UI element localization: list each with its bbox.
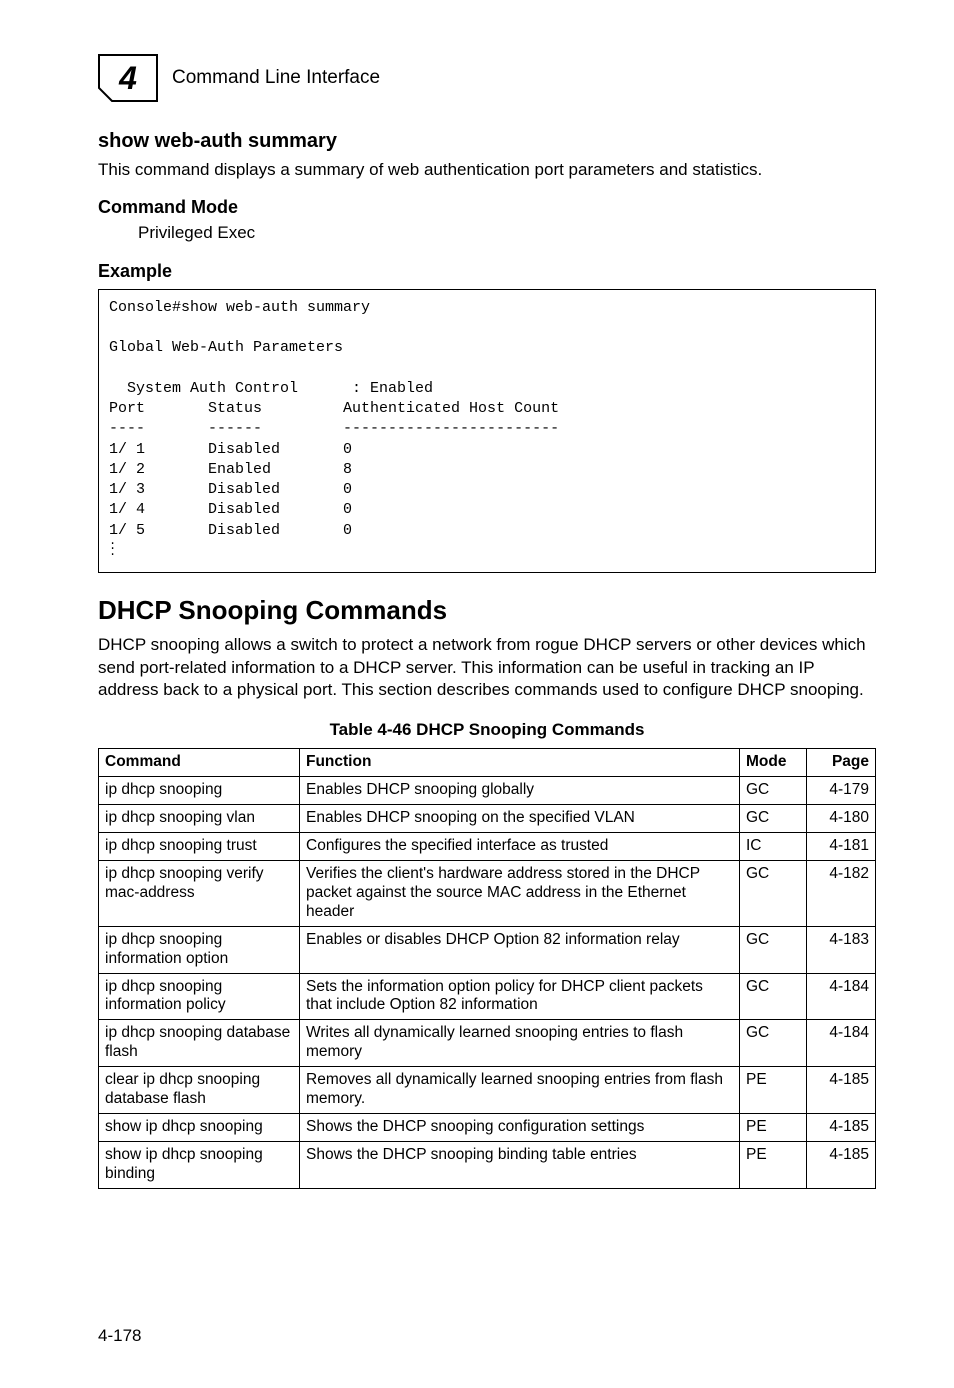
command-title: show web-auth summary — [98, 128, 876, 155]
table-row: show ip dhcp snooping binding Shows the … — [99, 1141, 876, 1188]
console-output: Console#show web-auth summary Global Web… — [98, 289, 876, 573]
chapter-tab-icon: 4 — [98, 54, 158, 102]
running-header: 4 Command Line Interface — [98, 54, 876, 102]
tab-number: 4 — [118, 60, 137, 96]
command-table: Command Function Mode Page ip dhcp snoop… — [98, 748, 876, 1188]
col-page: Page — [807, 749, 876, 777]
table-header-row: Command Function Mode Page — [99, 749, 876, 777]
section-description: DHCP snooping allows a switch to protect… — [98, 634, 876, 701]
table-caption: Table 4-46 DHCP Snooping Commands — [98, 719, 876, 742]
table-row: ip dhcp snooping verify mac-address Veri… — [99, 860, 876, 926]
running-header-title: Command Line Interface — [172, 65, 380, 91]
command-description: This command displays a summary of web a… — [98, 159, 876, 181]
vertical-ellipsis-icon: ... — [109, 539, 116, 555]
col-mode: Mode — [740, 749, 807, 777]
section-title: DHCP Snooping Commands — [98, 593, 876, 628]
table-row: ip dhcp snooping trust Configures the sp… — [99, 833, 876, 861]
table-row: show ip dhcp snooping Shows the DHCP sno… — [99, 1113, 876, 1141]
table-row: ip dhcp snooping information option Enab… — [99, 926, 876, 973]
page-number: 4-178 — [98, 1325, 141, 1348]
command-mode-heading: Command Mode — [98, 195, 876, 219]
table-row: ip dhcp snooping information policy Sets… — [99, 973, 876, 1020]
example-heading: Example — [98, 259, 876, 283]
table-row: clear ip dhcp snooping database flash Re… — [99, 1067, 876, 1114]
col-function: Function — [300, 749, 740, 777]
table-row: ip dhcp snooping Enables DHCP snooping g… — [99, 777, 876, 805]
table-row: ip dhcp snooping database flash Writes a… — [99, 1020, 876, 1067]
table-row: ip dhcp snooping vlan Enables DHCP snoop… — [99, 805, 876, 833]
col-command: Command — [99, 749, 300, 777]
command-mode-value: Privileged Exec — [138, 222, 876, 245]
